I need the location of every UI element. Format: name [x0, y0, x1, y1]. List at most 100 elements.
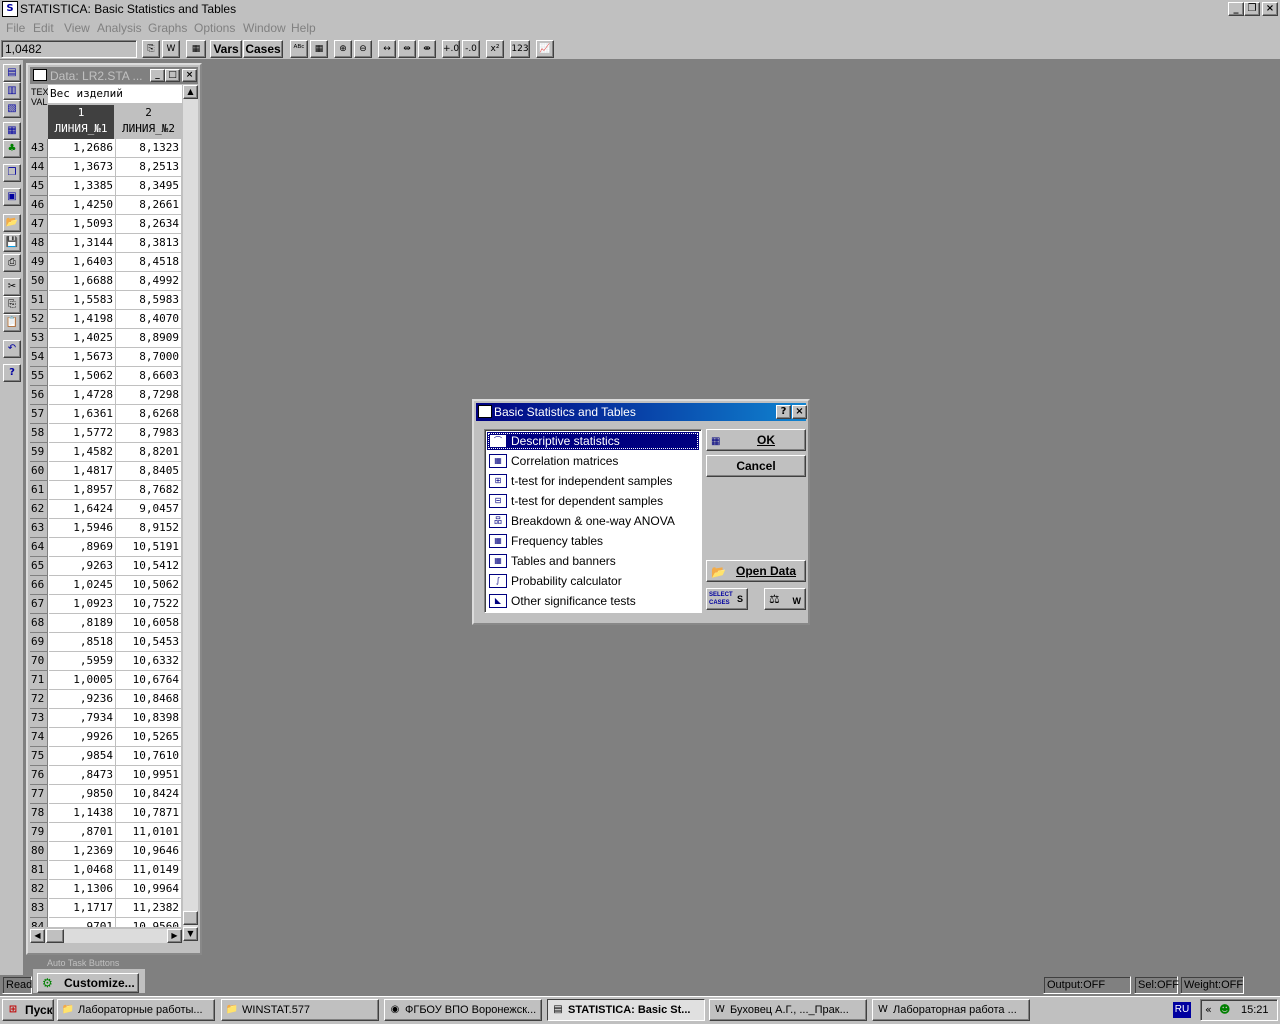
cell-line-1[interactable]: 1,4025	[49, 329, 116, 348]
cell-line-1[interactable]: ,9263	[49, 557, 116, 576]
cell-line-2[interactable]: 8,6603	[116, 367, 182, 386]
cell-line-2[interactable]: 8,2513	[116, 158, 182, 177]
row-number[interactable]: 77	[30, 785, 48, 804]
cell-line-2[interactable]: 10,7522	[116, 595, 182, 614]
cell-line-2[interactable]: 11,2382	[116, 899, 182, 918]
menu-options[interactable]: Options	[194, 21, 235, 35]
row-number[interactable]: 46	[30, 196, 48, 215]
cell-line-1[interactable]: 1,3144	[49, 234, 116, 253]
menu-graphs[interactable]: Graphs	[148, 21, 187, 35]
text-labels-icon[interactable]: ᴬᴮᶜ	[290, 40, 308, 58]
table-icon[interactable]: ▦	[3, 122, 21, 140]
cell-line-1[interactable]: 1,0245	[49, 576, 116, 595]
row-number[interactable]: 57	[30, 405, 48, 424]
taskbar-button[interactable]: W Лабораторная работа ...	[872, 999, 1030, 1021]
row-number[interactable]: 63	[30, 519, 48, 538]
cell-line-1[interactable]: ,7934	[49, 709, 116, 728]
row-number[interactable]: 43	[30, 139, 48, 158]
variable-header-2[interactable]: 2 ЛИНИЯ_№2	[115, 105, 182, 139]
dialog-close-button[interactable]: ×	[792, 405, 807, 419]
row-number[interactable]: 55	[30, 367, 48, 386]
cell-line-1[interactable]: 1,5093	[49, 215, 116, 234]
analysis-list-item[interactable]: 品 Breakdown & one-way ANOVA	[487, 512, 699, 530]
row-number[interactable]: 53	[30, 329, 48, 348]
row-number[interactable]: 45	[30, 177, 48, 196]
cell-line-2[interactable]: 10,8398	[116, 709, 182, 728]
taskbar-button[interactable]: W Буховец А.Г., ..._Прак...	[709, 999, 867, 1021]
copy-icon[interactable]: ⎘	[3, 296, 21, 314]
cell-line-1[interactable]: 1,1717	[49, 899, 116, 918]
remove-decimal-icon[interactable]: -.0	[462, 40, 480, 58]
cell-line-1[interactable]: 1,5772	[49, 424, 116, 443]
analysis-list-item[interactable]: ▦ Frequency tables	[487, 532, 699, 550]
cell-line-1[interactable]: 1,5946	[49, 519, 116, 538]
cell-line-2[interactable]: 8,2661	[116, 196, 182, 215]
horizontal-scrollbar[interactable]: ◀ ▶	[30, 929, 182, 943]
row-number[interactable]: 78	[30, 804, 48, 823]
row-number[interactable]: 82	[30, 880, 48, 899]
tray-expand-icon[interactable]: «	[1205, 1000, 1212, 1020]
grid-icon[interactable]: ▦	[310, 40, 328, 58]
cell-line-1[interactable]: 1,4250	[49, 196, 116, 215]
row-number[interactable]: 70	[30, 652, 48, 671]
column-narrow-icon[interactable]: ⇹	[398, 40, 416, 58]
row-number[interactable]: 76	[30, 766, 48, 785]
scroll-up-arrow-icon[interactable]: ▲	[183, 85, 198, 99]
cell-line-2[interactable]: 10,5062	[116, 576, 182, 595]
cell-line-2[interactable]: 10,5265	[116, 728, 182, 747]
scroll-right-arrow-icon[interactable]: ▶	[167, 929, 182, 943]
cell-line-1[interactable]: 1,8957	[49, 481, 116, 500]
hscroll-thumb[interactable]	[46, 929, 64, 943]
restore-button[interactable]: ❐	[1244, 2, 1260, 16]
cell-line-2[interactable]: 8,5983	[116, 291, 182, 310]
cell-line-1[interactable]: 1,4817	[49, 462, 116, 481]
cell-line-1[interactable]: 1,4582	[49, 443, 116, 462]
cell-line-1[interactable]: 1,1306	[49, 880, 116, 899]
cell-line-1[interactable]: ,9850	[49, 785, 116, 804]
menu-window[interactable]: Window	[243, 21, 286, 35]
network-icon[interactable]: ♣	[3, 140, 21, 158]
start-button[interactable]: ⊞ Пуск	[2, 999, 54, 1021]
column-all-icon[interactable]: ⇼	[418, 40, 436, 58]
row-number[interactable]: 48	[30, 234, 48, 253]
cell-line-1[interactable]: ,8518	[49, 633, 116, 652]
row-number[interactable]: 67	[30, 595, 48, 614]
cell-line-2[interactable]: 10,9560	[116, 918, 182, 927]
row-number[interactable]: 44	[30, 158, 48, 177]
row-number[interactable]: 59	[30, 443, 48, 462]
cell-line-2[interactable]: 8,8201	[116, 443, 182, 462]
column-width-icon[interactable]: ↔	[378, 40, 396, 58]
analysis-list-item[interactable]: ⊟ t-test for dependent samples	[487, 492, 699, 510]
analysis-list-item[interactable]: ◣ Other significance tests	[487, 592, 699, 610]
cell-line-1[interactable]: 1,6424	[49, 500, 116, 519]
zoom-in-icon[interactable]: ⊕	[334, 40, 352, 58]
row-number[interactable]: 73	[30, 709, 48, 728]
add-decimal-icon[interactable]: +.0	[442, 40, 460, 58]
data-minimize-button[interactable]: _	[150, 69, 165, 82]
cell-line-1[interactable]: ,9854	[49, 747, 116, 766]
cell-line-2[interactable]: 10,8424	[116, 785, 182, 804]
save-icon[interactable]: 💾	[3, 234, 21, 252]
cell-line-2[interactable]: 8,7298	[116, 386, 182, 405]
cell-line-2[interactable]: 8,1323	[116, 139, 182, 158]
cell-line-2[interactable]: 11,0101	[116, 823, 182, 842]
zoom-out-icon[interactable]: ⊖	[354, 40, 372, 58]
cell-line-1[interactable]: 1,6361	[49, 405, 116, 424]
cell-line-1[interactable]: 1,2686	[49, 139, 116, 158]
cell-line-1[interactable]: ,8969	[49, 538, 116, 557]
cut-icon[interactable]: ✂	[3, 278, 21, 296]
cell-line-2[interactable]: 10,9646	[116, 842, 182, 861]
cell-line-2[interactable]: 8,6268	[116, 405, 182, 424]
row-number[interactable]: 72	[30, 690, 48, 709]
cell-line-1[interactable]: ,8473	[49, 766, 116, 785]
cell-line-1[interactable]: 1,5673	[49, 348, 116, 367]
plot-module-icon[interactable]: ▧	[3, 100, 21, 118]
row-number[interactable]: 81	[30, 861, 48, 880]
row-number[interactable]: 79	[30, 823, 48, 842]
close-button[interactable]: ×	[1262, 2, 1278, 16]
paste-icon[interactable]: 📋	[3, 314, 21, 332]
cell-line-1[interactable]: ,9236	[49, 690, 116, 709]
dialog-help-button[interactable]: ?	[776, 405, 791, 419]
row-number[interactable]: 49	[30, 253, 48, 272]
cell-line-2[interactable]: 8,4070	[116, 310, 182, 329]
